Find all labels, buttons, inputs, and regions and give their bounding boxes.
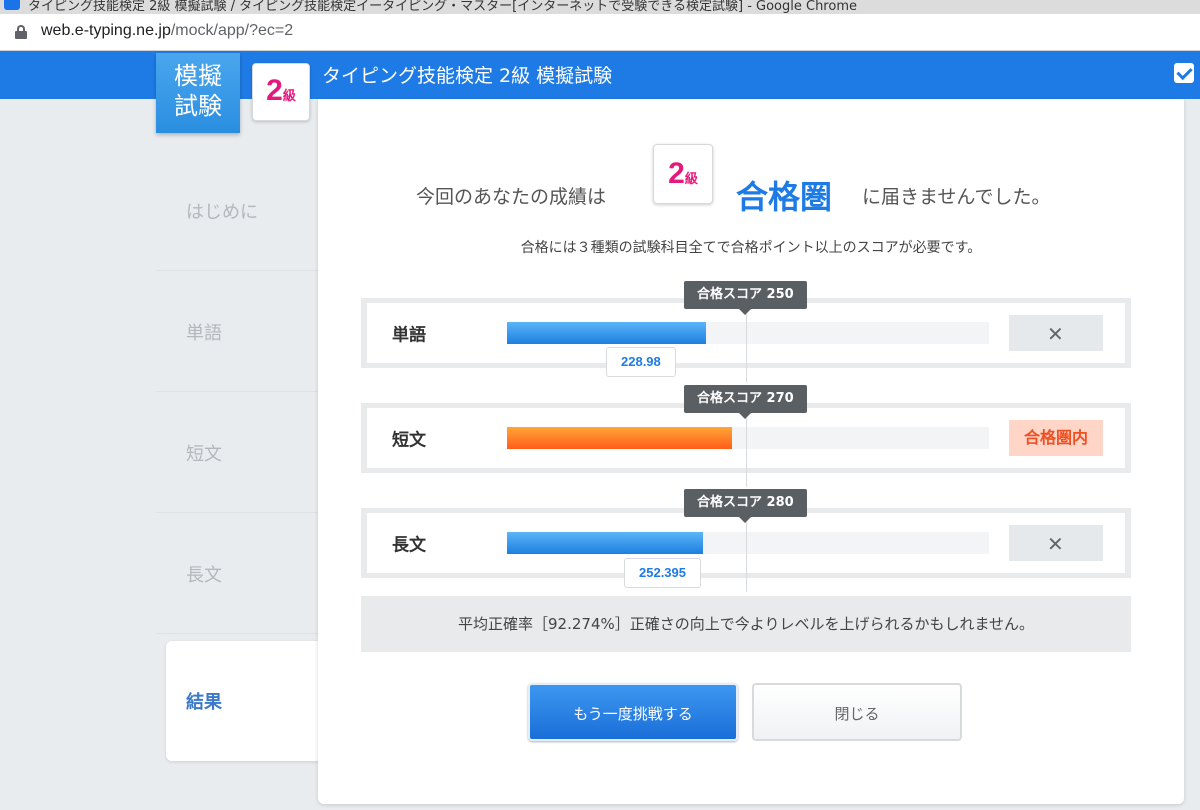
address-bar[interactable]: web.e-typing.ne.jp/mock/app/?ec=2 <box>0 14 1200 51</box>
mock-badge-line1: 模擬 <box>174 62 222 90</box>
grade-unit: 級 <box>684 172 698 187</box>
sidebar-item-long-text[interactable]: 長文 <box>156 514 318 634</box>
pass-status-badge: 合格圏内 <box>1009 420 1103 456</box>
header-grade-badge: 2級 <box>252 63 310 121</box>
pass-line <box>746 413 747 487</box>
retry-button[interactable]: もう一度挑戦する <box>528 683 738 741</box>
result-summary: 今回のあなたの成績は 合格圏 に届きませんでした。 <box>318 144 1184 216</box>
score-track <box>507 518 989 592</box>
pass-score-tooltip: 合格スコア 270 <box>684 385 807 419</box>
window-title: タイピング技能検定 2級 模擬試験 / タイピング技能検定イータイピング・マスタ… <box>28 0 857 14</box>
fail-status: ✕ <box>1009 315 1103 351</box>
lock-icon[interactable] <box>15 25 27 39</box>
sidebar-item-label: 結果 <box>186 692 222 713</box>
sidebar-item-label: 長文 <box>186 564 222 586</box>
score-track <box>507 308 989 382</box>
score-value: 252.395 <box>624 558 701 588</box>
result-prefix: 今回のあなたの成績は <box>416 186 607 208</box>
pass-line <box>746 308 747 382</box>
url-path: /mock/app/?ec=2 <box>170 22 294 39</box>
pass-score-tooltip: 合格スコア 280 <box>684 489 807 523</box>
sidebar-item-label: 単語 <box>186 322 222 344</box>
sidebar-item-short-text[interactable]: 短文 <box>156 393 318 513</box>
sidebar-item-label: 短文 <box>186 443 222 465</box>
pass-score-tooltip: 合格スコア 250 <box>684 281 807 315</box>
grade-number: 2 <box>668 157 685 190</box>
pass-zone-label: 合格圏 <box>736 178 833 216</box>
pass-line <box>746 518 747 592</box>
url-text[interactable]: web.e-typing.ne.jp/mock/app/?ec=2 <box>41 22 293 40</box>
score-value: 228.98 <box>606 347 676 377</box>
requirement-note: 合格には３種類の試験科目全てで合格ポイント以上のスコアが必要です。 <box>520 240 982 256</box>
subject-label: 長文 <box>392 535 426 556</box>
close-button[interactable]: 閉じる <box>752 683 962 741</box>
header-checkbox[interactable] <box>1174 63 1194 83</box>
score-bar <box>507 532 703 554</box>
result-card: 今回のあなたの成績は 合格圏 に届きませんでした。 2級 合格には３種類の試験科… <box>318 99 1184 804</box>
mock-exam-badge: 模擬 試験 <box>156 53 240 133</box>
score-track <box>507 413 989 487</box>
sidebar: はじめに 単語 短文 長文 結果 <box>156 133 326 810</box>
accuracy-message: 平均正確率［92.274%］正確さの向上で今よりレベルを上げられるかもしれません… <box>361 596 1131 652</box>
url-host: web.e-typing.ne.jp <box>41 22 171 39</box>
grade-unit: 級 <box>282 89 296 104</box>
close-x-icon: ✕ <box>1047 532 1064 556</box>
subject-label: 短文 <box>392 430 426 451</box>
subject-label: 単語 <box>392 325 426 346</box>
app-icon <box>4 0 20 10</box>
sidebar-item-intro[interactable]: はじめに <box>156 151 318 271</box>
grade-number: 2 <box>266 74 283 107</box>
result-grade-badge: 2級 <box>653 144 713 204</box>
result-suffix: に届きませんでした。 <box>862 186 1051 208</box>
sidebar-item-result[interactable]: 結果 <box>166 641 326 761</box>
browser-title-bar: タイピング技能検定 2級 模擬試験 / タイピング技能検定イータイピング・マスタ… <box>0 0 1200 14</box>
fail-status: ✕ <box>1009 525 1103 561</box>
sidebar-item-label: はじめに <box>186 201 258 223</box>
sidebar-item-words[interactable]: 単語 <box>156 272 318 392</box>
header-title: タイピング技能検定 2級 模擬試験 <box>322 65 613 87</box>
mock-badge-line2: 試験 <box>174 92 222 120</box>
close-x-icon: ✕ <box>1047 322 1064 346</box>
score-bar <box>507 427 732 449</box>
score-bar <box>507 322 706 344</box>
